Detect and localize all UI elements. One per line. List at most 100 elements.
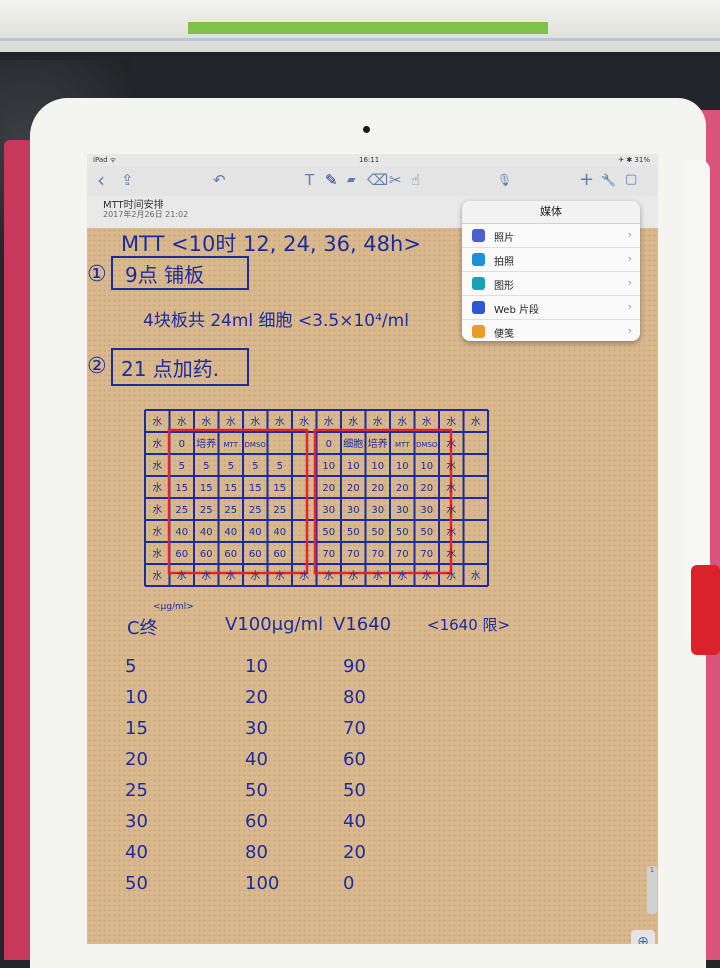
plate-cell: MTT: [224, 441, 239, 449]
scroll-label: 1: [649, 866, 655, 874]
plate-cell: 水: [250, 570, 260, 582]
undo-icon[interactable]: ↶: [213, 170, 226, 190]
plate-cell: 15: [200, 483, 213, 494]
plate-cell: 水: [446, 416, 456, 428]
dilution-cell: 50: [343, 780, 366, 801]
plate-cell: 40: [249, 527, 262, 538]
plate-cell: 水: [201, 416, 211, 428]
plate-red-box-left: [167, 428, 309, 575]
step2-number: ②: [87, 354, 107, 379]
plate-cell: 70: [347, 549, 360, 560]
plate-cell: 水: [446, 460, 456, 472]
dilution-cell: 60: [245, 811, 268, 832]
dilution-cell: 20: [125, 749, 148, 770]
share-icon[interactable]: ⇪: [121, 170, 134, 190]
sticky-note-icon: [472, 325, 485, 338]
media-item-label: 照片: [494, 233, 514, 244]
pencil-clip: [691, 565, 720, 655]
chevron-right-icon: ›: [627, 228, 632, 241]
plate-cell: 水: [152, 438, 162, 450]
plate-cell: 30: [347, 505, 360, 516]
page-scroll-indicator[interactable]: 1: [647, 866, 657, 914]
plate-cell: 培养: [196, 437, 216, 450]
document-date: 2017年2月26日 21:02: [103, 210, 189, 219]
plate-cell: 0: [179, 439, 185, 450]
add-media-icon[interactable]: +: [579, 170, 594, 190]
media-item-label: 便笺: [494, 329, 514, 340]
plate-cell: 水: [152, 460, 162, 472]
step1-detail: 4块板共 24ml 细胞 <3.5×10⁴/ml: [143, 311, 409, 331]
media-item[interactable]: 拍照 ›: [462, 248, 640, 272]
dilution-cell: 60: [343, 749, 366, 770]
plate-cell: 40: [200, 527, 213, 538]
plate-cell: 15: [249, 483, 262, 494]
chevron-right-icon: ›: [627, 300, 632, 313]
web-clip-icon: [472, 301, 485, 314]
plate-cell: 水: [324, 416, 334, 428]
media-item[interactable]: Web 片段 ›: [462, 296, 640, 320]
plate-cell: 0: [326, 439, 332, 450]
plate-cell: 30: [371, 505, 384, 516]
scissors-tool-icon[interactable]: ✂: [389, 170, 402, 190]
plate-cell: 水: [324, 570, 334, 582]
plate-cell: 水: [177, 570, 187, 582]
plate-cell: 细胞: [343, 437, 363, 450]
eraser-tool-icon[interactable]: ⌫: [367, 170, 388, 190]
text-tool-icon[interactable]: T: [305, 170, 314, 190]
photos-icon: [472, 229, 485, 242]
lasso-tool-icon[interactable]: ☝: [411, 170, 420, 190]
plate-cell: 60: [175, 549, 188, 560]
plate-cell: 水: [446, 438, 456, 450]
plate-cell: 25: [175, 505, 188, 516]
settings-icon[interactable]: 🔧: [601, 170, 616, 190]
plate-cell: 25: [224, 505, 237, 516]
media-item[interactable]: 图形 ›: [462, 272, 640, 296]
plate-cell: 水: [299, 416, 309, 428]
plate-cell: 70: [396, 549, 409, 560]
chevron-right-icon: ›: [627, 252, 632, 265]
plate-cell: 15: [175, 483, 188, 494]
dilution-cell: 90: [343, 656, 366, 677]
plate-cell: 10: [347, 461, 360, 472]
media-item[interactable]: 照片 ›: [462, 224, 640, 248]
camera-icon: [472, 253, 485, 266]
dilution-header: <1640 限>: [427, 616, 511, 634]
back-icon[interactable]: ‹: [97, 170, 105, 190]
dilution-cell: 15: [125, 718, 148, 739]
plate-cell: 水: [152, 482, 162, 494]
plate-cell: 5: [252, 461, 258, 472]
plate-cell: 60: [249, 549, 262, 560]
zoom-icon[interactable]: ⊕: [631, 930, 655, 944]
plate-cell: 20: [420, 483, 433, 494]
dilution-cell: 10: [245, 656, 268, 677]
plate-cell: 60: [273, 549, 286, 560]
media-popover-title: 媒体: [462, 201, 640, 224]
plate-cell: 5: [179, 461, 185, 472]
plate-cell: DMSO: [245, 441, 267, 449]
plate-cell: 50: [347, 527, 360, 538]
plate-cell: 水: [201, 570, 211, 582]
plate-cell: 20: [347, 483, 360, 494]
plate-cell: 水: [471, 416, 481, 428]
page-icon[interactable]: ▢: [625, 170, 637, 190]
plate-cell: 水: [397, 416, 407, 428]
dilution-header: V1640: [333, 614, 392, 635]
plate-cell: 30: [420, 505, 433, 516]
plate-cell: 10: [322, 461, 335, 472]
clock: 16:11: [359, 156, 380, 164]
dilution-cell: 80: [245, 842, 268, 863]
plate-cell: 60: [200, 549, 213, 560]
media-popover: 媒体 照片 › 拍照 › 图形 › Web 片段 › 便笺 ›: [462, 201, 640, 341]
plate-cell: 水: [250, 416, 260, 428]
well-plate-grid: 水水水水水水水水水水水水水水水 0 培养 MTT DMSO 0 细胞 培养 MTT DMSO 水水 5…: [144, 409, 489, 587]
paper-green-stripe: [188, 22, 548, 34]
dilution-cell: 20: [245, 687, 268, 708]
plate-cell: 15: [224, 483, 237, 494]
dilution-header: C终: [127, 618, 158, 639]
plate-cell: 水: [275, 570, 285, 582]
media-item[interactable]: 便笺 ›: [462, 320, 640, 341]
pen-tool-icon[interactable]: ✎: [325, 170, 338, 190]
status-bar: iPad ᯤ 16:11 ✈ ✱ 31%: [87, 154, 658, 166]
microphone-icon[interactable]: 🎙: [497, 170, 512, 190]
highlighter-tool-icon[interactable]: ▰: [347, 170, 355, 190]
